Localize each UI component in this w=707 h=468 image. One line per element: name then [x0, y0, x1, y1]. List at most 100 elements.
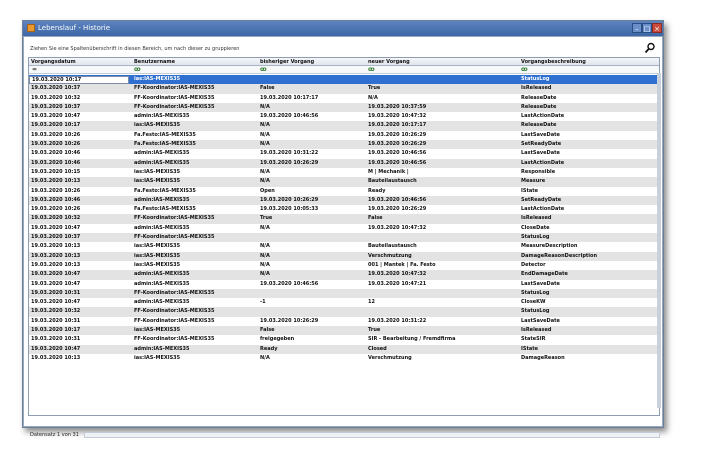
table-row[interactable]: 19.03.2020 10:13 ias:IAS-MEXIS35 N/A Versch… — [29, 251, 659, 261]
table-row[interactable]: 19.03.2020 10:37 FF-Koordinator:IAS-MEXIS… — [29, 84, 659, 94]
cell-vorgangsbeschreibung: ReleaseDate — [521, 103, 557, 110]
cell-vorgangsbeschreibung: LastActionDate — [521, 159, 565, 166]
table-row[interactable]: 19.03.2020 10:15 ias:IAS-MEXIS35 N/A M | Me… — [29, 168, 659, 177]
table-row[interactable]: 19.03.2020 10:13 ias:IAS-MEXIS35 N/A 001 | … — [29, 261, 659, 270]
cell-benutzername: Fa.Festo:IAS-MEXIS35 — [134, 206, 196, 213]
search-icon[interactable] — [644, 42, 656, 54]
table-row[interactable]: 19.03.2020 10:13 ias:IAS-MEXIS35 N/A Versch… — [29, 354, 659, 363]
grid-rows: 19.03.2020 10:17 ias:IAS-MEXIS35 StatusLog… — [29, 75, 659, 363]
cell-neuer-vorgang: 19.03.2020 10:17:17 — [368, 122, 427, 129]
cell-bisheriger-vorgang: 19.03.2020 10:31:22 — [260, 150, 319, 157]
table-row[interactable]: 19.03.2020 10:17 ias:IAS-MEXIS35 False True… — [29, 326, 659, 336]
cell-vorgangsdatum: 19.03.2020 10:26 — [31, 131, 81, 138]
cell-vorgangsdatum: 19.03.2020 10:17 — [31, 122, 81, 129]
cell-bisheriger-vorgang: N/A — [260, 168, 270, 175]
cell-neuer-vorgang: M | Mechanik | — [368, 168, 409, 175]
record-counter: Datensatz 1 von 31 — [30, 432, 79, 438]
group-by-hint[interactable]: Ziehen Sie eine Spaltenüberschrift in di… — [30, 46, 239, 52]
cell-neuer-vorgang: Closed — [368, 345, 387, 352]
cell-vorgangsbeschreibung: CloseKW — [521, 299, 546, 306]
cell-vorgangsdatum: 19.03.2020 10:46 — [31, 159, 81, 166]
cell-bisheriger-vorgang: 19.03.2020 10:46:56 — [260, 113, 319, 120]
cell-vorgangsbeschreibung: CloseDate — [521, 224, 550, 231]
title-bar[interactable]: Lebenslauf - Historie – □ × — [23, 21, 663, 36]
table-row[interactable]: 19.03.2020 10:26 Fa.Festo:IAS-MEXIS35 Open… — [29, 187, 659, 196]
table-row[interactable]: 19.03.2020 10:32 FF-Koordinator:IAS-MEXIS… — [29, 214, 659, 224]
cell-neuer-vorgang: 19.03.2020 10:47:21 — [368, 280, 427, 287]
column-header-neuer-vorgang[interactable]: neuer Vorgang — [366, 58, 410, 66]
filter-operator[interactable]: = — [32, 66, 37, 74]
cell-neuer-vorgang: False — [368, 215, 383, 222]
table-row[interactable]: 19.03.2020 10:47 admin:IAS-MEXIS35 19.03.2… — [29, 112, 659, 121]
table-row[interactable]: 19.03.2020 10:32 FF-Koordinator:IAS-MEXIS… — [29, 94, 659, 103]
table-row[interactable]: 19.03.2020 10:37 FF-Koordinator:IAS-MEXIS… — [29, 102, 659, 113]
cell-neuer-vorgang: SIR - Bearbeitung / Fremdfirma — [368, 336, 456, 343]
cell-neuer-vorgang: 19.03.2020 10:47:32 — [368, 224, 427, 231]
cell-neuer-vorgang: 19.03.2020 10:31:22 — [368, 317, 427, 324]
table-row[interactable]: 19.03.2020 10:26 Fa.Festo:IAS-MEXIS35 N/A 1… — [29, 131, 659, 140]
app-icon — [27, 24, 35, 32]
maximize-button[interactable]: □ — [642, 23, 652, 33]
cell-vorgangsbeschreibung: Measure — [521, 178, 546, 185]
cell-benutzername: ias:IAS-MEXIS35 — [134, 354, 181, 361]
cell-neuer-vorgang: 19.03.2020 10:46:56 — [368, 150, 427, 157]
table-row[interactable]: 19.03.2020 10:26 Fa.Festo:IAS-MEXIS35 19.0… — [29, 205, 659, 214]
table-row[interactable]: 19.03.2020 10:47 admin:IAS-MEXIS35 N/A 19.0… — [29, 224, 659, 233]
cell-vorgangsbeschreibung: LastActionDate — [521, 206, 565, 213]
close-button[interactable]: × — [652, 23, 662, 33]
table-row[interactable]: 19.03.2020 10:31 FF-Koordinator:IAS-MEXIS… — [29, 317, 659, 326]
cell-vorgangsdatum: 19.03.2020 10:13 — [31, 178, 81, 185]
cell-vorgangsdatum: 19.03.2020 10:26 — [31, 187, 81, 194]
column-header-vorgangsdatum[interactable]: Vorgangsdatum — [29, 58, 76, 66]
table-row[interactable]: 19.03.2020 10:47 admin:IAS-MEXIS35 Ready Cl… — [29, 344, 659, 354]
cell-neuer-vorgang: 001 | Mantek | Fa. Festo — [368, 261, 436, 268]
cell-bisheriger-vorgang: N/A — [260, 103, 270, 110]
cell-benutzername: Fa.Festo:IAS-MEXIS35 — [134, 187, 196, 194]
cell-vorgangsdatum: 19.03.2020 10:13 — [31, 243, 81, 250]
table-row[interactable]: 19.03.2020 10:46 admin:IAS-MEXIS35 19.03.2… — [29, 195, 659, 206]
cell-benutzername: Fa.Festo:IAS-MEXIS35 — [134, 141, 196, 148]
filter-icon[interactable]: ꝏ — [260, 66, 267, 74]
cell-benutzername: ias:IAS-MEXIS35 — [134, 243, 181, 250]
cell-neuer-vorgang: 19.03.2020 10:37:59 — [368, 103, 427, 110]
table-row[interactable]: 19.03.2020 10:37 FF-Koordinator:IAS-MEXIS… — [29, 233, 659, 243]
table-row[interactable]: 19.03.2020 10:13 ias:IAS-MEXIS35 N/A Bautei… — [29, 177, 659, 187]
table-row[interactable]: 19.03.2020 10:17 ias:IAS-MEXIS35 N/A 19.03.… — [29, 121, 659, 131]
cell-vorgangsbeschreibung: LastActionDate — [521, 113, 565, 120]
filter-icon[interactable]: ꝏ — [521, 66, 528, 74]
table-row[interactable]: 19.03.2020 10:32 FF-Koordinator:IAS-MEXIS… — [29, 307, 659, 317]
table-row[interactable]: 19.03.2020 10:13 ias:IAS-MEXIS35 N/A Bautei… — [29, 242, 659, 251]
cell-vorgangsdatum: 19.03.2020 10:47 — [31, 299, 81, 306]
vertical-scrollbar[interactable] — [657, 73, 661, 408]
table-row[interactable]: 19.03.2020 10:26 Fa.Festo:IAS-MEXIS35 N/A 1… — [29, 140, 659, 150]
column-header-vorgangsbeschreibung[interactable]: Vorgangsbeschreibung — [519, 58, 586, 66]
cell-bisheriger-vorgang: N/A — [260, 131, 270, 138]
filter-icon[interactable]: ꝏ — [134, 66, 141, 74]
cell-vorgangsdatum: 19.03.2020 10:17 — [31, 327, 81, 334]
filter-icon[interactable]: ꝏ — [368, 66, 375, 74]
cell-vorgangsdatum: 19.03.2020 10:32 — [31, 215, 81, 222]
table-row[interactable]: 19.03.2020 10:47 admin:IAS-MEXIS35 N/A 19.0… — [29, 270, 659, 280]
cell-vorgangsdatum: 19.03.2020 10:47 — [31, 280, 81, 287]
cell-vorgangsbeschreibung: ReleaseDate — [521, 94, 557, 101]
column-header-benutzername[interactable]: Benutzername — [132, 58, 175, 66]
cell-vorgangsbeschreibung: MeasureDescription — [521, 243, 578, 250]
horizontal-scrollbar[interactable] — [84, 432, 660, 438]
table-row[interactable]: 19.03.2020 10:17 ias:IAS-MEXIS35 StatusLog — [29, 75, 659, 85]
cell-vorgangsdatum: 19.03.2020 10:26 — [31, 141, 81, 148]
cell-benutzername: admin:IAS-MEXIS35 — [134, 280, 190, 287]
cell-bisheriger-vorgang: -1 — [260, 299, 266, 306]
minimize-button[interactable]: – — [632, 23, 642, 33]
table-row[interactable]: 19.03.2020 10:47 admin:IAS-MEXIS35 19.03.2… — [29, 280, 659, 289]
cell-vorgangsbeschreibung: Detector — [521, 261, 546, 268]
table-row[interactable]: 19.03.2020 10:46 admin:IAS-MEXIS35 19.03.2… — [29, 158, 659, 168]
table-row[interactable]: 19.03.2020 10:31 FF-Koordinator:IAS-MEXIS… — [29, 288, 659, 299]
cell-vorgangsbeschreibung: IState — [521, 187, 539, 194]
cell-benutzername: FF-Koordinator:IAS-MEXIS35 — [134, 289, 215, 296]
column-header-bisheriger-vorgang[interactable]: bisheriger Vorgang — [258, 58, 314, 66]
table-row[interactable]: 19.03.2020 10:47 admin:IAS-MEXIS35 -1 12 Clo… — [29, 298, 659, 307]
table-row[interactable]: 19.03.2020 10:31 FF-Koordinator:IAS-MEXIS… — [29, 335, 659, 344]
cell-benutzername: ias:IAS-MEXIS35 — [134, 122, 181, 129]
table-row[interactable]: 19.03.2020 10:46 admin:IAS-MEXIS35 19.03.2… — [29, 149, 659, 158]
cell-bisheriger-vorgang: N/A — [260, 354, 270, 361]
